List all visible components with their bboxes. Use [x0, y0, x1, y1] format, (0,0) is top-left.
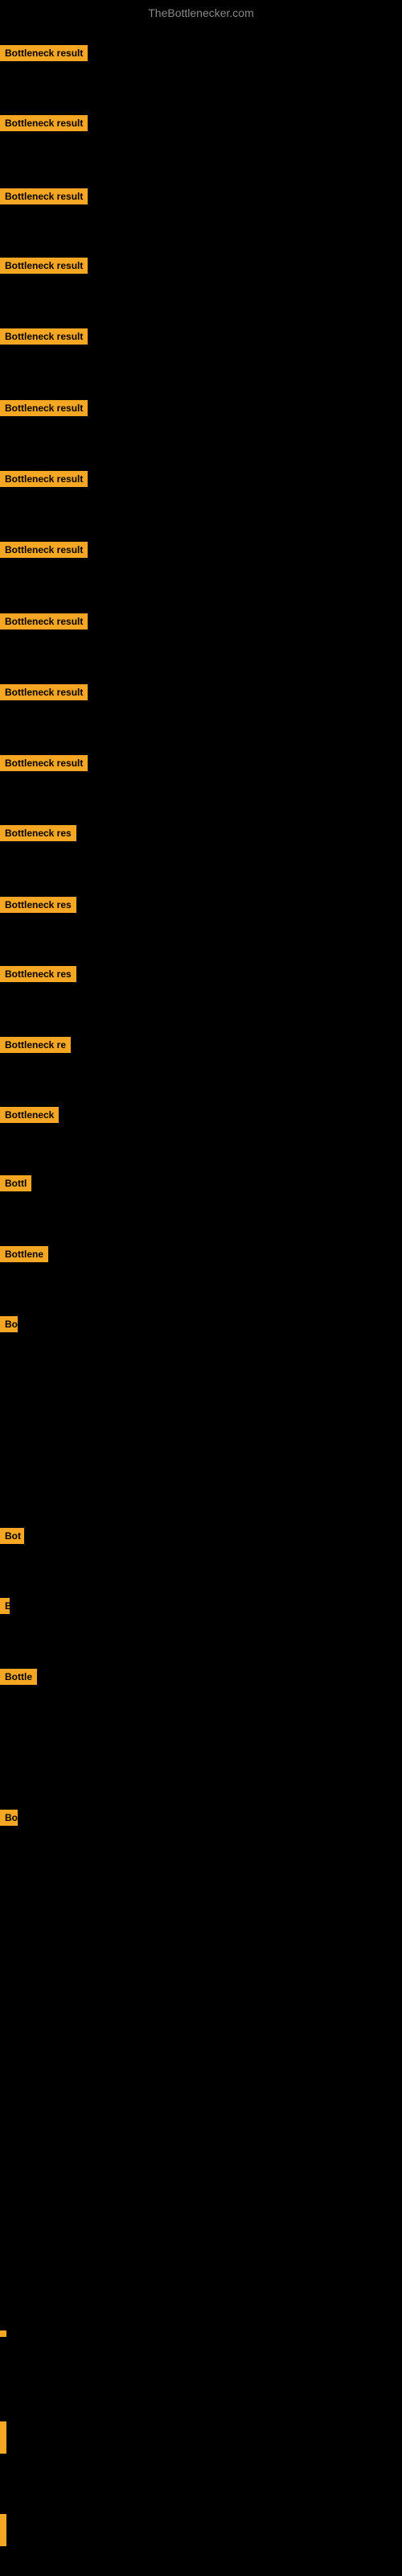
bottleneck-label-16: Bottl — [0, 1175, 31, 1191]
bottleneck-label-8: Bottleneck result — [0, 613, 88, 630]
bottleneck-label-23: Bottle — [0, 1669, 37, 1685]
vertical-bar-1 — [0, 2421, 6, 2454]
bottleneck-label-0: Bottleneck result — [0, 45, 88, 61]
bottleneck-label-14: Bottleneck re — [0, 1037, 71, 1053]
bottleneck-label-6: Bottleneck result — [0, 471, 88, 487]
bottleneck-label-2: Bottleneck result — [0, 188, 88, 204]
bottleneck-label-1: Bottleneck result — [0, 115, 88, 131]
site-title: TheBottlenecker.com — [0, 0, 402, 26]
bottleneck-label-21: Bot — [0, 1528, 24, 1544]
bottleneck-label-7: Bottleneck result — [0, 542, 88, 558]
vertical-bar-0 — [0, 2514, 6, 2546]
bottleneck-label-15: Bottleneck — [0, 1107, 59, 1123]
bottleneck-label-22: B — [0, 1598, 10, 1614]
bottleneck-label-9: Bottleneck result — [0, 684, 88, 700]
bottleneck-label-4: Bottleneck result — [0, 328, 88, 345]
bottleneck-label-5: Bottleneck result — [0, 400, 88, 416]
bottleneck-label-25: Bo — [0, 1810, 18, 1826]
bottleneck-label-17: Bottlene — [0, 1246, 48, 1262]
bottleneck-label-12: Bottleneck res — [0, 897, 76, 913]
bottleneck-label-3: Bottleneck result — [0, 258, 88, 274]
bottleneck-label-11: Bottleneck res — [0, 825, 76, 841]
bottleneck-label-18: Bo — [0, 1316, 18, 1332]
bottleneck-label-10: Bottleneck result — [0, 755, 88, 771]
vertical-bar-2 — [0, 2330, 6, 2337]
bottleneck-label-13: Bottleneck res — [0, 966, 76, 982]
